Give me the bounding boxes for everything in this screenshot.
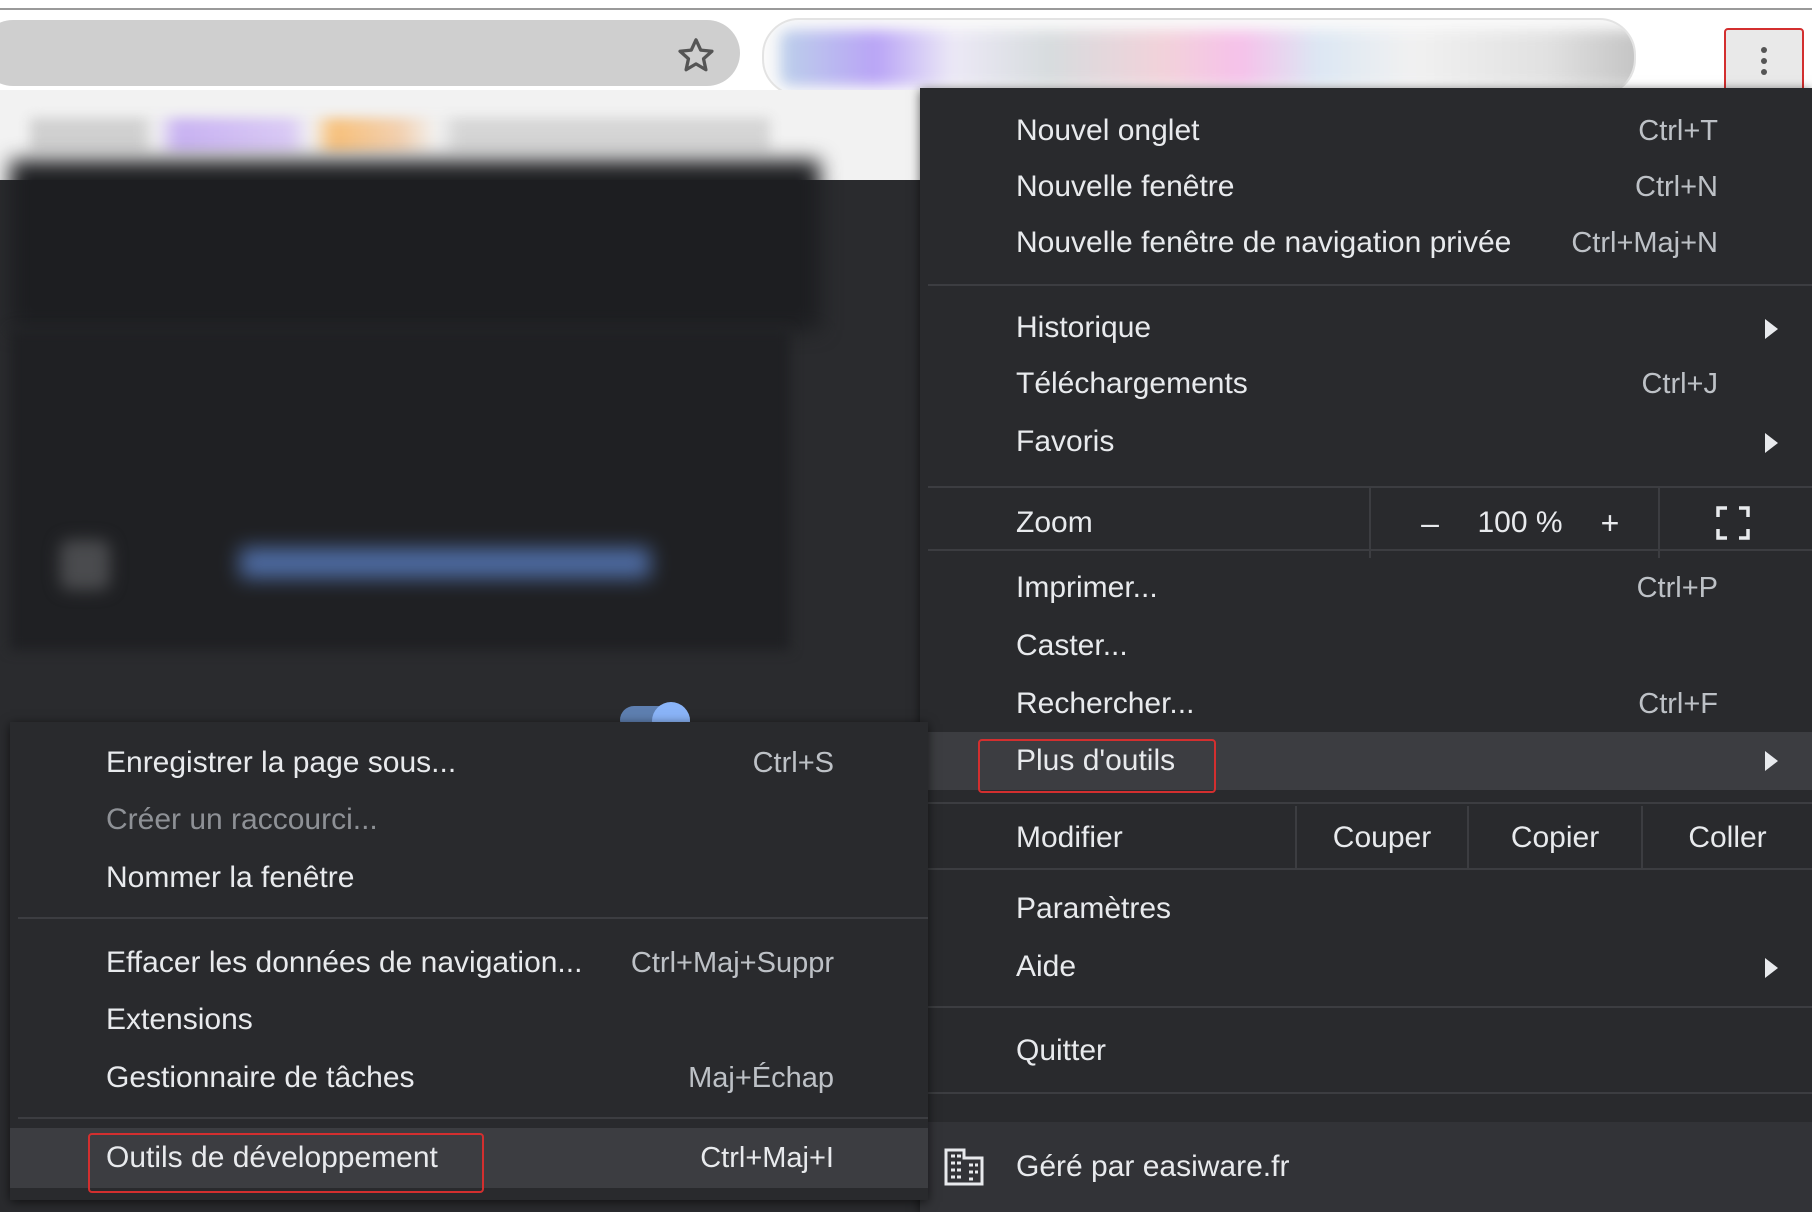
- menu-item-label: Nommer la fenêtre: [106, 861, 355, 894]
- fullscreen-icon[interactable]: [1716, 506, 1750, 540]
- copy-button[interactable]: Copier: [1469, 806, 1641, 870]
- menu-item-shortcut: Ctrl+Maj+I: [700, 1142, 834, 1174]
- menu-item-label: Nouvelle fenêtre de navigation privée: [1016, 226, 1512, 259]
- window-top-edge: [0, 0, 1812, 10]
- menu-item-label: Téléchargements: [1016, 367, 1248, 400]
- menu-item-shortcut: Ctrl+Maj+N: [1571, 227, 1718, 259]
- menu-separator: [928, 549, 1812, 551]
- menu-item-shortcut: Ctrl+J: [1641, 368, 1718, 400]
- zoom-out-button[interactable]: –: [1400, 488, 1460, 558]
- menu-item-shortcut: Ctrl+F: [1638, 688, 1718, 720]
- bookmark-star-icon[interactable]: [674, 34, 718, 78]
- menu-item-label: Caster...: [1016, 629, 1128, 662]
- paste-button[interactable]: Coller: [1643, 806, 1812, 870]
- page-content-blurred: [10, 160, 820, 330]
- submenu-item-name-window[interactable]: Nommer la fenêtre: [10, 850, 928, 906]
- submenu-item-clear-data[interactable]: Effacer les données de navigation... Ctr…: [10, 935, 928, 991]
- menu-edit-row: Modifier Couper Copier Coller: [920, 806, 1812, 870]
- menu-item-label: Enregistrer la page sous...: [106, 746, 457, 779]
- annotation-highlight-more-tools: [978, 739, 1216, 793]
- menu-item-new-tab[interactable]: Nouvel onglet Ctrl+T: [920, 103, 1812, 159]
- menu-item-shortcut: Ctrl+P: [1636, 572, 1718, 604]
- submenu-arrow-icon: [1765, 751, 1778, 771]
- submenu-item-task-manager[interactable]: Gestionnaire de tâches Maj+Échap: [10, 1050, 928, 1106]
- menu-item-bookmarks[interactable]: Favoris: [920, 414, 1812, 470]
- menu-separator: [18, 1117, 928, 1119]
- menu-separator: [18, 917, 928, 919]
- page-link-blurred: [240, 548, 650, 578]
- menu-separator: [928, 284, 1812, 286]
- menu-item-label: Gestionnaire de tâches: [106, 1061, 415, 1094]
- page-avatar-blurred: [60, 540, 110, 590]
- cut-button[interactable]: Couper: [1297, 806, 1467, 870]
- menu-item-shortcut: Ctrl+S: [752, 747, 834, 779]
- building-icon: [944, 1148, 984, 1186]
- menu-item-label: Créer un raccourci...: [106, 803, 378, 836]
- menu-item-label: Nouvel onglet: [1016, 114, 1200, 147]
- submenu-item-extensions[interactable]: Extensions: [10, 992, 928, 1048]
- menu-item-shortcut: Ctrl+T: [1638, 115, 1718, 147]
- browser-main-menu: Nouvel onglet Ctrl+T Nouvelle fenêtre Ct…: [920, 88, 1812, 1212]
- menu-item-help[interactable]: Aide: [920, 939, 1812, 995]
- menu-item-label: Historique: [1016, 311, 1152, 344]
- menu-item-label: Favoris: [1016, 425, 1115, 458]
- more-vertical-icon: [1761, 47, 1767, 80]
- menu-item-cast[interactable]: Caster...: [920, 618, 1812, 674]
- submenu-arrow-icon: [1765, 319, 1778, 339]
- zoom-label: Zoom: [1016, 506, 1093, 539]
- submenu-arrow-icon: [1765, 958, 1778, 978]
- page-content-blurred: [10, 330, 790, 650]
- menu-item-label: Géré par easiware.fr: [1016, 1150, 1290, 1183]
- menu-item-label: Imprimer...: [1016, 571, 1158, 604]
- submenu-item-create-shortcut: Créer un raccourci...: [10, 792, 928, 848]
- menu-item-shortcut: Maj+Échap: [688, 1062, 834, 1094]
- menu-item-settings[interactable]: Paramètres: [920, 881, 1812, 937]
- zoom-in-button[interactable]: +: [1580, 488, 1640, 558]
- more-tools-submenu: Enregistrer la page sous... Ctrl+S Créer…: [10, 722, 928, 1200]
- annotation-highlight-devtools: [88, 1133, 484, 1193]
- menu-item-incognito[interactable]: Nouvelle fenêtre de navigation privée Ct…: [920, 215, 1812, 271]
- zoom-level: 100 %: [1477, 506, 1563, 539]
- edit-label: Modifier: [1016, 821, 1123, 854]
- menu-separator: [928, 802, 1812, 804]
- menu-separator: [928, 1092, 1812, 1094]
- menu-item-label: Rechercher...: [1016, 687, 1195, 720]
- menu-separator: [928, 868, 1812, 870]
- menu-item-quit[interactable]: Quitter: [920, 1023, 1812, 1079]
- address-bar[interactable]: [0, 20, 740, 86]
- browser-toolbar: [0, 10, 1812, 98]
- menu-item-shortcut: Ctrl+Maj+Suppr: [630, 947, 834, 979]
- menu-item-print[interactable]: Imprimer... Ctrl+P: [920, 560, 1812, 616]
- menu-item-label: Quitter: [1016, 1034, 1107, 1067]
- menu-item-find[interactable]: Rechercher... Ctrl+F: [920, 676, 1812, 732]
- submenu-item-save-page[interactable]: Enregistrer la page sous... Ctrl+S: [10, 735, 928, 791]
- menu-item-label: Extensions: [106, 1003, 253, 1036]
- menu-item-label: Paramètres: [1016, 892, 1172, 925]
- submenu-arrow-icon: [1765, 433, 1778, 453]
- menu-item-history[interactable]: Historique: [920, 300, 1812, 356]
- menu-item-managed-by[interactable]: Géré par easiware.fr: [920, 1122, 1812, 1212]
- menu-item-label: Effacer les données de navigation...: [106, 946, 583, 979]
- menu-item-downloads[interactable]: Téléchargements Ctrl+J: [920, 356, 1812, 412]
- menu-separator: [928, 1006, 1812, 1008]
- menu-zoom-row: Zoom – 100 % +: [920, 488, 1812, 558]
- menu-item-label: Aide: [1016, 950, 1077, 983]
- extensions-bar-blurred: [762, 18, 1636, 96]
- menu-item-label: Nouvelle fenêtre: [1016, 170, 1235, 203]
- menu-item-new-window[interactable]: Nouvelle fenêtre Ctrl+N: [920, 159, 1812, 215]
- menu-item-shortcut: Ctrl+N: [1635, 171, 1718, 203]
